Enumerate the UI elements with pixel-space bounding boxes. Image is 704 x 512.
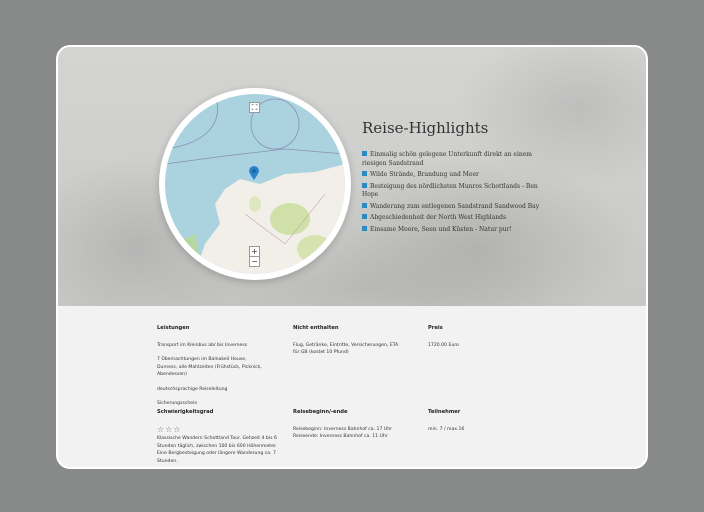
nicht-enthalten-section: Nicht enthalten Flug, Getränke, Eintritt… [293, 325, 399, 355]
leistungen-section: Leistungen Transport im Kleinbus ab/ bis… [157, 325, 267, 415]
map[interactable]: ⛶ + − [159, 88, 351, 280]
list-item: Wilde Strände, Brandung und Meer [362, 171, 547, 180]
list-item: Wanderung zum entlegenen Sandstrand Sand… [362, 202, 547, 212]
bullet-icon [362, 151, 367, 156]
fullscreen-button[interactable]: ⛶ [249, 102, 260, 113]
preis-section: Preis 1720.00 Euro [428, 325, 528, 356]
teilnehmer-section: Teilnehmer min. 7 / max.16 [428, 409, 465, 432]
tour-card: ⛶ + − Reise-Highlights Einmalig schön ge… [56, 45, 648, 469]
list-item: Besteigung des nördlichsten Munros Schot… [362, 182, 538, 198]
hero-section: ⛶ + − Reise-Highlights Einmalig schön ge… [58, 47, 646, 306]
reise-section: Reisebeginn/-ende Reisebeginn: Inverness… [293, 409, 392, 439]
list-item: Einsame Moore, Seen und Küsten - Natur p… [362, 225, 547, 235]
schwierigkeit-section: Schwierigkeitsgrad ☆☆☆ Klassische Wander… [157, 409, 282, 467]
highlights-title: Reise-Highlights [362, 119, 489, 137]
bullet-icon [362, 171, 367, 176]
difficulty-stars-icon: ☆☆☆ [157, 424, 182, 434]
list-item: Einmalig schön gelegene Unterkunft direk… [362, 151, 532, 167]
price-value: 1720.00 Euro [428, 342, 459, 348]
fullscreen-icon: ⛶ [251, 103, 258, 112]
bullet-icon [362, 225, 367, 231]
zoom-out-button[interactable]: − [249, 256, 260, 267]
bullet-icon [362, 214, 367, 219]
list-item: Abgeschiedenheit der North West Highland… [362, 214, 547, 223]
bullet-icon [362, 202, 367, 208]
bullet-icon [362, 182, 367, 188]
map-marker-icon[interactable] [249, 166, 259, 180]
leistungen-heading: Leistungen [157, 325, 190, 331]
highlights-list: Einmalig schön gelegene Unterkunft direk… [362, 151, 547, 237]
